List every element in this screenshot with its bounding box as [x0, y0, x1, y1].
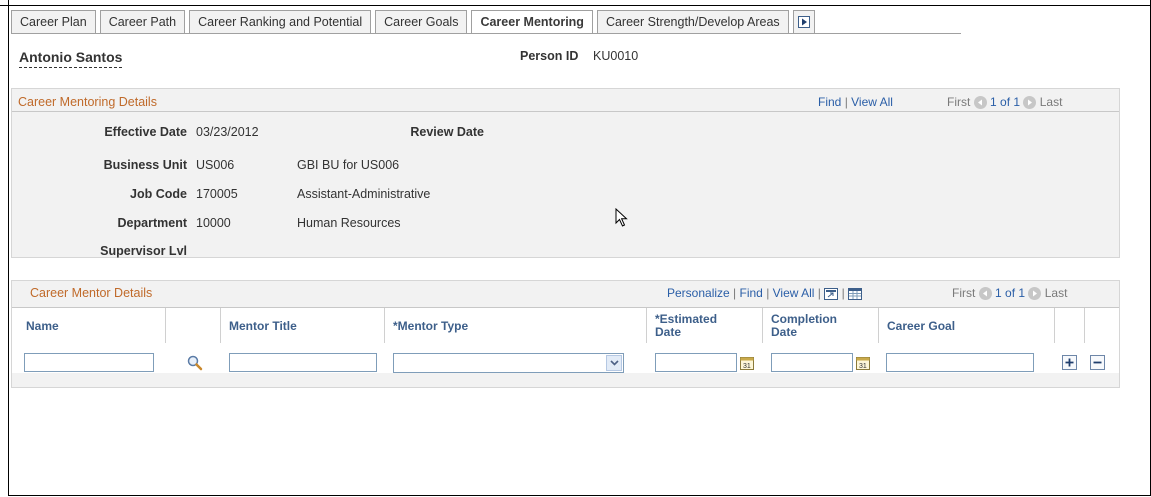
column-divider	[220, 308, 221, 344]
view-all-link[interactable]: View All	[851, 95, 893, 109]
grid-view-all-link[interactable]: View All	[773, 286, 815, 300]
previous-icon[interactable]	[973, 96, 987, 110]
column-divider	[878, 308, 879, 344]
grid-find-link[interactable]: Find	[740, 286, 763, 300]
tab-career-ranking[interactable]: Career Ranking and Potential	[189, 10, 372, 34]
calendar-icon[interactable]: 31	[740, 356, 754, 370]
section-title: Career Mentoring Details	[18, 95, 157, 109]
tab-scroll-right-button[interactable]	[792, 10, 815, 34]
business-unit-description: GBI BU for US006	[297, 158, 400, 172]
grid-record-count: 1 of 1	[995, 286, 1026, 300]
mentor-title-input[interactable]	[229, 353, 377, 372]
name-input[interactable]	[24, 353, 154, 372]
job-code-label: Job Code	[130, 187, 187, 201]
add-row-button[interactable]	[1062, 355, 1077, 370]
grid-next-icon[interactable]	[1028, 287, 1042, 301]
grid-title: Career Mentor Details	[30, 286, 153, 300]
business-unit-label: Business Unit	[103, 158, 187, 172]
table-row: 31 31	[12, 343, 1119, 373]
completion-date-header-line2: Date	[771, 325, 798, 339]
job-code-value: 170005	[196, 187, 238, 201]
zoom-grid-icon[interactable]	[824, 287, 839, 300]
chevron-down-icon	[609, 360, 619, 366]
tab-bar: Career Plan Career Path Career Ranking a…	[11, 10, 815, 34]
separator: |	[817, 286, 821, 300]
last-label: Last	[1039, 95, 1063, 109]
person-name: Antonio Santos	[19, 49, 123, 68]
personalize-link[interactable]: Personalize	[667, 286, 730, 300]
department-value: 10000	[196, 216, 231, 230]
business-unit-value: US006	[196, 158, 235, 172]
column-divider	[1054, 308, 1055, 344]
section-header: Career Mentoring Details Find | View All…	[12, 89, 1119, 112]
tab-career-plan[interactable]: Career Plan	[11, 10, 96, 34]
first-label: First	[947, 95, 971, 109]
career-goal-input[interactable]	[886, 353, 1034, 372]
column-divider	[762, 308, 763, 344]
column-divider	[384, 308, 385, 344]
plus-icon	[1065, 358, 1074, 367]
column-header-mentor-title[interactable]: Mentor Title	[229, 308, 297, 344]
grid-previous-icon[interactable]	[978, 287, 992, 301]
tab-career-mentoring[interactable]: Career Mentoring	[471, 10, 593, 34]
record-count: 1 of 1	[990, 95, 1021, 109]
column-header-completion-date[interactable]: Completion Date	[771, 308, 837, 344]
column-header-mentor-type[interactable]: *Mentor Type	[393, 308, 468, 344]
job-code-description: Assistant-Administrative	[297, 187, 431, 201]
estimated-date-header-line2: Date	[655, 325, 682, 339]
column-divider	[1084, 308, 1085, 344]
mentor-type-select[interactable]	[393, 353, 624, 373]
find-link[interactable]: Find	[818, 95, 841, 109]
dropdown-button[interactable]	[606, 355, 622, 371]
department-label: Department	[117, 216, 187, 230]
effective-date-value: 03/23/2012	[196, 125, 259, 139]
department-description: Human Resources	[297, 216, 401, 230]
grid-last-label: Last	[1044, 286, 1068, 300]
search-icon[interactable]	[187, 355, 203, 371]
download-spreadsheet-icon[interactable]	[848, 287, 863, 300]
estimated-date-input[interactable]	[655, 353, 737, 372]
mouse-cursor-icon	[615, 208, 628, 227]
grid-first-label: First	[952, 286, 976, 300]
person-id-value: KU0010	[593, 49, 639, 63]
svg-text:31: 31	[743, 363, 751, 370]
column-header-career-goal[interactable]: Career Goal	[887, 308, 955, 344]
delete-row-button[interactable]	[1090, 355, 1105, 370]
column-divider	[165, 308, 166, 344]
completion-date-input[interactable]	[771, 353, 853, 372]
tab-career-strength[interactable]: Career Strength/Develop Areas	[596, 10, 789, 34]
separator: |	[841, 286, 845, 300]
tab-career-path[interactable]: Career Path	[99, 10, 186, 34]
person-id-label: Person ID	[520, 49, 579, 63]
arrow-right-icon	[797, 16, 810, 28]
column-header-estimated-date[interactable]: *Estimated Date	[655, 308, 717, 344]
tab-underline	[11, 33, 961, 34]
next-icon[interactable]	[1023, 96, 1037, 110]
svg-text:31: 31	[859, 363, 867, 370]
minus-icon	[1093, 361, 1102, 364]
career-mentoring-details-section: Career Mentoring Details Find | View All…	[11, 88, 1120, 258]
calendar-icon[interactable]: 31	[856, 356, 870, 370]
tab-career-goals[interactable]: Career Goals	[375, 10, 468, 34]
supervisor-lvl-label: Supervisor Lvl	[100, 244, 187, 258]
career-mentor-details-grid: Career Mentor Details Personalize | Find…	[11, 280, 1120, 388]
column-divider	[646, 308, 647, 344]
grid-column-headers: Name Mentor Title *Mentor Type *Estimate…	[12, 307, 1119, 345]
review-date-label: Review Date	[410, 125, 484, 139]
column-header-name[interactable]: Name	[26, 308, 59, 344]
effective-date-label: Effective Date	[104, 125, 187, 139]
